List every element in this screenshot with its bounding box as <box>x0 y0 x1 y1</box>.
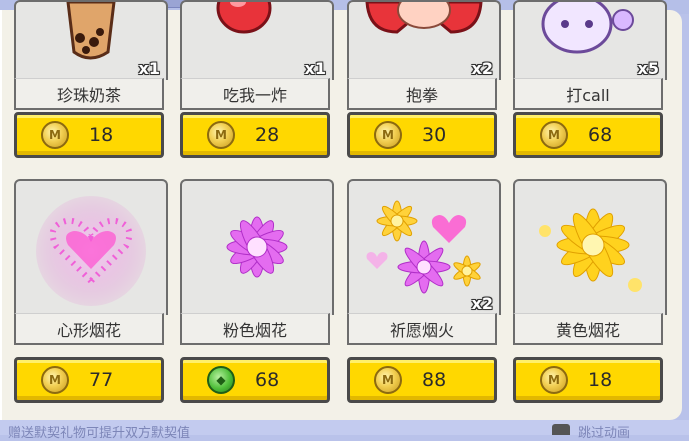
gift-name: 黄色烟花 <box>513 313 663 345</box>
gift-name: 祈愿烟火 <box>347 313 497 345</box>
buy-button[interactable]: M 28 <box>180 112 330 158</box>
gift-name: 抱拳 <box>347 78 497 110</box>
bubble-tea-image: x1 <box>14 0 168 80</box>
quantity-badge: x5 <box>637 59 659 78</box>
coin-icon: M <box>41 121 69 149</box>
buy-button[interactable]: M 18 <box>14 112 164 158</box>
quantity-badge: x1 <box>304 59 326 78</box>
gift-name: 打call <box>513 78 663 110</box>
coin-icon: M <box>207 121 235 149</box>
coin-icon: M <box>540 121 568 149</box>
buy-button[interactable]: M 68 <box>513 112 663 158</box>
footer-hint: 赠送默契礼物可提升双方默契值 <box>8 426 191 441</box>
price-value: 18 <box>89 124 114 146</box>
yellow-firework-icon <box>539 208 642 292</box>
coin-icon: M <box>41 366 69 394</box>
buy-button[interactable]: ◆ 68 <box>180 357 330 403</box>
coin-icon: M <box>374 366 402 394</box>
quantity-badge: x2 <box>471 59 493 78</box>
bomb-image: x1 <box>180 0 334 80</box>
coin-icon: M <box>540 366 568 394</box>
bottom-bar: 赠送默契礼物可提升双方默契值 跳过动画 <box>0 420 689 441</box>
gift-name: 珍珠奶茶 <box>14 78 164 110</box>
quantity-badge: x1 <box>138 59 160 78</box>
fist-salute-image: x2 <box>347 0 501 80</box>
coin-icon: M <box>374 121 402 149</box>
price-value: 28 <box>255 124 280 146</box>
pink-firework-image <box>180 179 334 315</box>
heart-firework-icon <box>36 196 146 306</box>
gem-icon: ◆ <box>207 366 235 394</box>
gift-name: 心形烟花 <box>14 313 164 345</box>
buy-button[interactable]: M 88 <box>347 357 497 403</box>
pink-firework-icon <box>226 216 288 278</box>
price-value: 30 <box>422 124 447 146</box>
gift-name: 吃我一炸 <box>180 78 330 110</box>
wish-firework-image: x2 <box>347 179 501 315</box>
quantity-badge: x2 <box>471 294 493 313</box>
cheer-image: x5 <box>513 0 667 80</box>
gift-name: 粉色烟花 <box>180 313 330 345</box>
buy-button[interactable]: M 18 <box>513 357 663 403</box>
buy-button[interactable]: M 77 <box>14 357 164 403</box>
skip-animation-label[interactable]: 跳过动画 <box>578 422 630 441</box>
price-value: 68 <box>255 369 280 391</box>
price-value: 68 <box>588 124 613 146</box>
yellow-firework-image <box>513 179 667 315</box>
gift-grid: x1 珍珠奶茶 M 18 x1 吃我一炸 M 28 x2 抱拳 M 30 x5 … <box>0 0 689 420</box>
buy-button[interactable]: M 30 <box>347 112 497 158</box>
skip-animation-checkbox[interactable] <box>552 424 570 435</box>
heart-firework-image <box>14 179 168 315</box>
price-value: 77 <box>89 369 114 391</box>
price-value: 88 <box>422 369 447 391</box>
price-value: 18 <box>588 369 613 391</box>
